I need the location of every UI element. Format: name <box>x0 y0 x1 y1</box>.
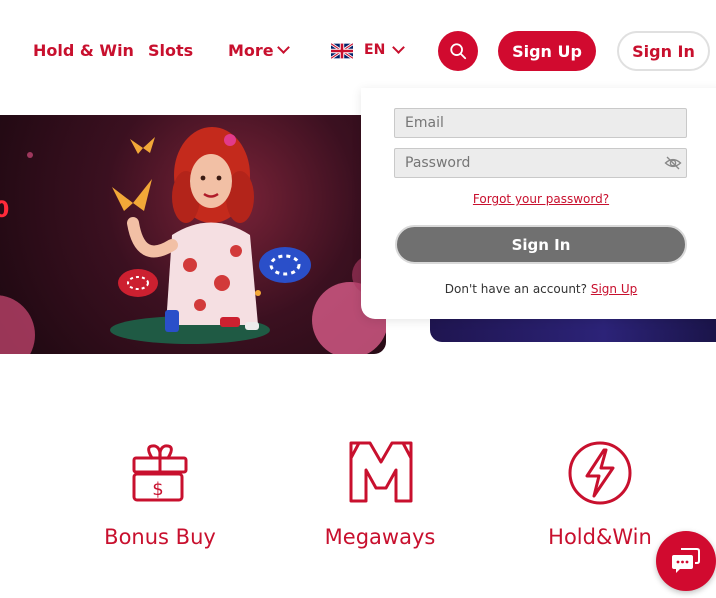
category-label: Bonus Buy <box>104 525 216 549</box>
sign-in-button[interactable]: Sign In <box>617 31 710 71</box>
sign-up-button[interactable]: Sign Up <box>498 31 596 71</box>
no-account-row: Don't have an account? Sign Up <box>361 282 716 296</box>
banner-illustration <box>0 127 386 354</box>
no-account-text: Don't have an account? <box>444 282 587 296</box>
signup-link[interactable]: Sign Up <box>591 282 637 296</box>
password-field[interactable] <box>394 148 687 178</box>
search-button[interactable] <box>438 31 478 71</box>
promo-banner[interactable]: 0 <box>0 115 386 354</box>
megaways-m-icon <box>349 441 413 503</box>
live-chat-button[interactable] <box>656 531 716 591</box>
language-selector[interactable]: EN <box>364 42 385 58</box>
email-field[interactable] <box>394 108 687 138</box>
uk-flag-icon[interactable] <box>331 43 353 59</box>
forgot-password-link[interactable]: Forgot your password? <box>361 192 716 206</box>
chevron-down-icon[interactable] <box>392 41 405 54</box>
svg-text:$: $ <box>152 479 163 500</box>
nav-link-slots[interactable]: Slots <box>148 41 193 60</box>
nav-link-hold-and-win[interactable]: Hold & Win <box>33 41 134 60</box>
login-submit-button[interactable]: Sign In <box>395 225 687 264</box>
lightning-icon <box>568 441 632 505</box>
category-label: Megaways <box>324 525 436 549</box>
nav-link-cut[interactable]: l <box>0 41 2 60</box>
nav-more-menu[interactable]: More <box>228 41 274 60</box>
login-popup: Forgot your password? Sign In Don't have… <box>361 88 716 319</box>
eye-off-icon[interactable] <box>664 154 682 172</box>
chat-bubble-icon <box>672 548 700 573</box>
chevron-down-icon[interactable] <box>277 41 290 54</box>
gift-dollar-icon: $ <box>132 444 188 502</box>
search-icon <box>450 43 467 60</box>
